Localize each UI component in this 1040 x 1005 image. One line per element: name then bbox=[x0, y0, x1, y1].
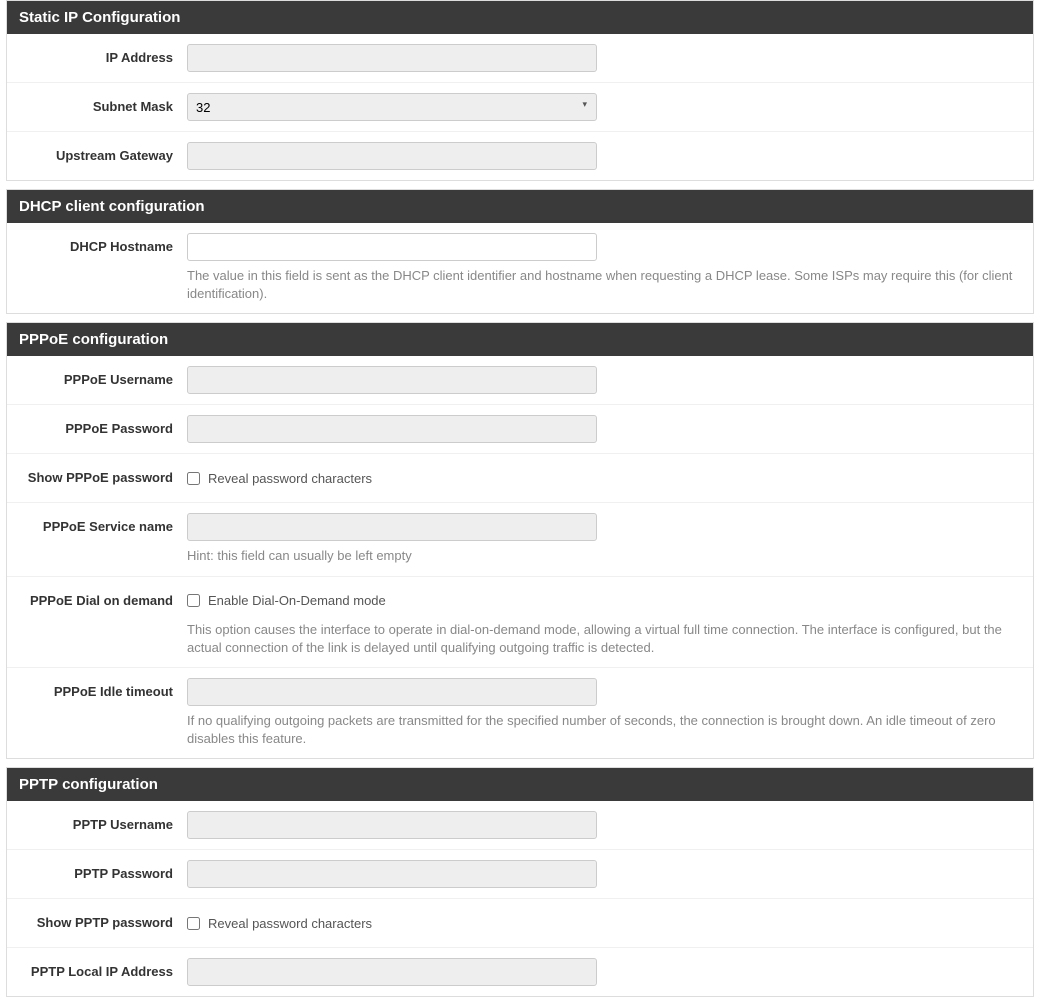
pppoe-username-row: PPPoE Username bbox=[7, 356, 1033, 405]
static-ip-header: Static IP Configuration bbox=[7, 1, 1033, 34]
subnet-mask-select[interactable]: 32 bbox=[187, 93, 597, 121]
pptp-password-label: PPTP Password bbox=[17, 860, 187, 881]
upstream-gateway-label: Upstream Gateway bbox=[17, 142, 187, 163]
pppoe-dial-on-demand-row: PPPoE Dial on demand Enable Dial-On-Dema… bbox=[7, 577, 1033, 668]
ip-address-label: IP Address bbox=[17, 44, 187, 65]
pppoe-password-label: PPPoE Password bbox=[17, 415, 187, 436]
pppoe-idle-timeout-help: If no qualifying outgoing packets are tr… bbox=[187, 712, 1023, 748]
pppoe-service-name-input[interactable] bbox=[187, 513, 597, 541]
dhcp-panel: DHCP client configuration DHCP Hostname … bbox=[6, 189, 1034, 314]
pppoe-show-password-checkbox[interactable] bbox=[187, 472, 200, 485]
pppoe-idle-timeout-input[interactable] bbox=[187, 678, 597, 706]
pppoe-service-name-row: PPPoE Service name Hint: this field can … bbox=[7, 503, 1033, 576]
subnet-mask-row: Subnet Mask 32 bbox=[7, 83, 1033, 132]
upstream-gateway-row: Upstream Gateway bbox=[7, 132, 1033, 180]
pptp-username-row: PPTP Username bbox=[7, 801, 1033, 850]
pppoe-show-password-checkbox-label: Reveal password characters bbox=[208, 471, 372, 486]
subnet-mask-label: Subnet Mask bbox=[17, 93, 187, 114]
pppoe-dial-on-demand-label: PPPoE Dial on demand bbox=[17, 587, 187, 608]
pptp-password-row: PPTP Password bbox=[7, 850, 1033, 899]
dhcp-hostname-help: The value in this field is sent as the D… bbox=[187, 267, 1023, 303]
pptp-show-password-row: Show PPTP password Reveal password chara… bbox=[7, 899, 1033, 948]
pptp-local-ip-input[interactable] bbox=[187, 958, 597, 986]
upstream-gateway-input[interactable] bbox=[187, 142, 597, 170]
pptp-header: PPTP configuration bbox=[7, 768, 1033, 801]
pptp-username-input[interactable] bbox=[187, 811, 597, 839]
dhcp-header: DHCP client configuration bbox=[7, 190, 1033, 223]
pptp-local-ip-label: PPTP Local IP Address bbox=[17, 958, 187, 979]
pppoe-service-name-help: Hint: this field can usually be left emp… bbox=[187, 547, 1023, 565]
pppoe-username-label: PPPoE Username bbox=[17, 366, 187, 387]
ip-address-input[interactable] bbox=[187, 44, 597, 72]
pppoe-show-password-label: Show PPPoE password bbox=[17, 464, 187, 485]
static-ip-panel: Static IP Configuration IP Address Subne… bbox=[6, 0, 1034, 181]
pppoe-show-password-row: Show PPPoE password Reveal password char… bbox=[7, 454, 1033, 503]
pptp-local-ip-row: PPTP Local IP Address bbox=[7, 948, 1033, 996]
pppoe-password-input[interactable] bbox=[187, 415, 597, 443]
pppoe-dial-on-demand-checkbox[interactable] bbox=[187, 594, 200, 607]
pptp-show-password-checkbox[interactable] bbox=[187, 917, 200, 930]
pptp-panel: PPTP configuration PPTP Username PPTP Pa… bbox=[6, 767, 1034, 997]
pppoe-panel: PPPoE configuration PPPoE Username PPPoE… bbox=[6, 322, 1034, 759]
pppoe-password-row: PPPoE Password bbox=[7, 405, 1033, 454]
pppoe-service-name-label: PPPoE Service name bbox=[17, 513, 187, 534]
pppoe-username-input[interactable] bbox=[187, 366, 597, 394]
pppoe-dial-on-demand-help: This option causes the interface to oper… bbox=[187, 621, 1023, 657]
pppoe-idle-timeout-row: PPPoE Idle timeout If no qualifying outg… bbox=[7, 668, 1033, 758]
ip-address-row: IP Address bbox=[7, 34, 1033, 83]
pptp-username-label: PPTP Username bbox=[17, 811, 187, 832]
dhcp-hostname-row: DHCP Hostname The value in this field is… bbox=[7, 223, 1033, 313]
pppoe-header: PPPoE configuration bbox=[7, 323, 1033, 356]
pptp-show-password-checkbox-label: Reveal password characters bbox=[208, 916, 372, 931]
pptp-show-password-label: Show PPTP password bbox=[17, 909, 187, 930]
pppoe-idle-timeout-label: PPPoE Idle timeout bbox=[17, 678, 187, 699]
dhcp-hostname-label: DHCP Hostname bbox=[17, 233, 187, 254]
pppoe-dial-on-demand-checkbox-label: Enable Dial-On-Demand mode bbox=[208, 593, 386, 608]
dhcp-hostname-input[interactable] bbox=[187, 233, 597, 261]
